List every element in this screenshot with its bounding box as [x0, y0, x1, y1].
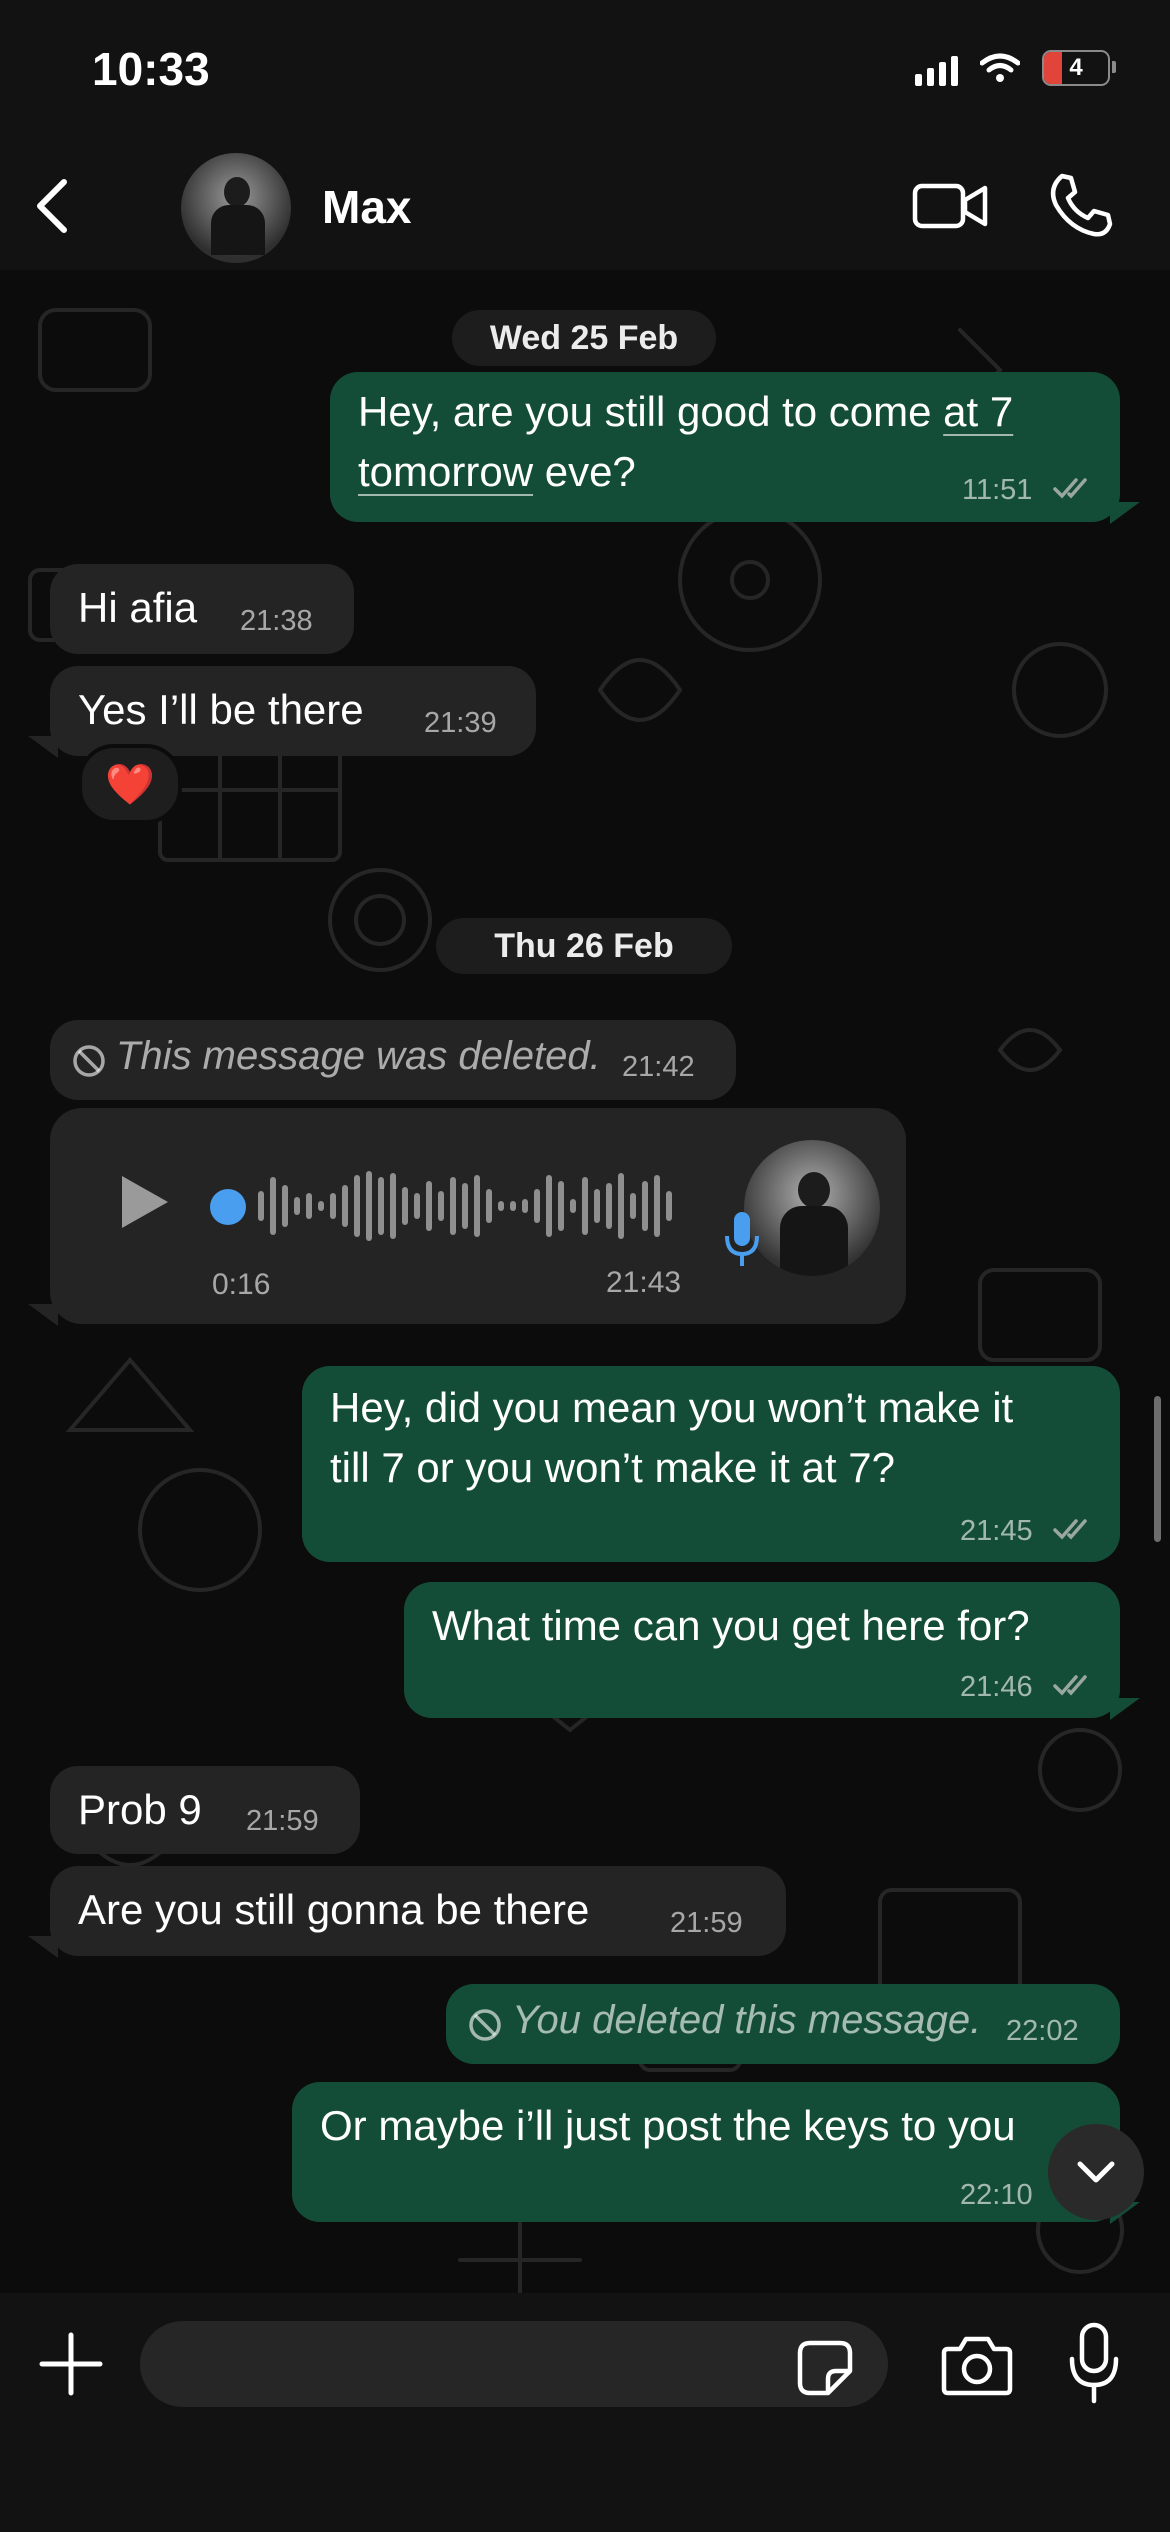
status-bar: 10:33 4	[0, 0, 1170, 150]
message-bubble-outgoing[interactable]: Hey, are you still good to come at 7 tom…	[330, 372, 1120, 522]
bubble-tail	[1110, 502, 1140, 524]
message-bubble-incoming[interactable]: Prob 9 21:59	[50, 1766, 360, 1854]
scroll-indicator[interactable]	[1154, 1396, 1161, 1542]
date-link[interactable]: at 7	[943, 388, 1013, 435]
message-bubble-incoming[interactable]: Hi afia 21:38	[50, 564, 354, 654]
message-time: 11:51	[962, 474, 1033, 506]
message-time: 21:43	[606, 1266, 682, 1299]
double-check-icon	[1053, 1675, 1087, 1696]
message-time: 21:39	[424, 707, 497, 739]
double-check-icon	[1053, 478, 1087, 499]
sender-avatar	[744, 1140, 880, 1276]
message-text: Hey, did you mean you won’t make it till …	[330, 1384, 1014, 1491]
back-chevron-icon[interactable]	[26, 176, 86, 236]
bubble-tail	[28, 736, 58, 758]
message-text: Yes I’ll be there	[78, 686, 364, 733]
message-bubble-outgoing[interactable]: Or maybe i’ll just post the keys to you …	[292, 2082, 1120, 2222]
message-time: 22:02	[1006, 2015, 1079, 2047]
message-time: 21:42	[622, 1051, 695, 1083]
microphone-icon	[725, 1212, 759, 1266]
contact-avatar[interactable]	[181, 153, 291, 263]
voice-message-incoming[interactable]: 0:16 21:43	[50, 1108, 906, 1324]
message-time: 21:59	[670, 1907, 743, 1939]
blocked-icon	[73, 1045, 105, 1077]
voice-waveform[interactable]	[255, 1166, 745, 1246]
camera-icon[interactable]	[940, 2333, 1014, 2397]
message-text: Hey, are you still good to come at 7 tom…	[358, 388, 1014, 495]
message-bubble-outgoing[interactable]: What time can you get here for? 21:46	[404, 1582, 1120, 1718]
double-check-icon	[1053, 1519, 1087, 1540]
date-separator: Wed 25 Feb	[452, 310, 716, 366]
deleted-message-outgoing[interactable]: You deleted this message. 22:02	[446, 1984, 1120, 2064]
message-bubble-incoming[interactable]: Are you still gonna be there 21:59	[50, 1866, 786, 1956]
message-text: This message was deleted.	[116, 1034, 601, 1078]
message-text: Hi afia	[78, 584, 198, 631]
date-link[interactable]: tomorrow	[358, 448, 533, 495]
message-bubble-incoming[interactable]: Yes I’ll be there 21:39	[50, 666, 536, 756]
battery-level: 4	[1069, 54, 1083, 81]
message-text: You deleted this message.	[512, 1998, 982, 2042]
chevron-down-icon	[1077, 2161, 1115, 2183]
date-separator: Thu 26 Feb	[436, 918, 732, 974]
plus-icon[interactable]	[36, 2329, 106, 2399]
microphone-icon[interactable]	[1068, 2321, 1120, 2405]
message-input[interactable]	[140, 2321, 888, 2407]
status-icons: 4	[915, 50, 1116, 86]
sticker-icon[interactable]	[796, 2339, 854, 2397]
battery-icon: 4	[1042, 50, 1116, 86]
message-time: 21:46	[960, 1671, 1033, 1703]
play-icon[interactable]	[116, 1172, 172, 1232]
blocked-icon	[469, 2009, 501, 2041]
reaction-heart[interactable]: ❤️	[78, 744, 182, 824]
message-time: 22:10	[960, 2179, 1033, 2211]
message-text: What time can you get here for?	[432, 1602, 1030, 1649]
bubble-tail	[1110, 1698, 1140, 1720]
status-time: 10:33	[92, 43, 210, 95]
message-text: Prob 9	[78, 1786, 202, 1833]
phone-icon[interactable]	[1046, 172, 1114, 240]
voice-duration: 0:16	[212, 1268, 271, 1301]
bubble-tail	[28, 1936, 58, 1958]
chat-area[interactable]: Wed 25 Feb Hey, are you still good to co…	[0, 270, 1170, 2293]
message-time: 21:59	[246, 1805, 319, 1837]
video-call-icon[interactable]	[912, 178, 990, 234]
contact-name[interactable]: Max	[322, 180, 411, 234]
message-text: Or maybe i’ll just post the keys to you	[320, 2102, 1016, 2149]
wifi-icon	[980, 53, 1020, 82]
cellular-signal-icon	[915, 50, 958, 86]
scroll-to-bottom-button[interactable]	[1048, 2124, 1144, 2220]
message-bubble-outgoing[interactable]: Hey, did you mean you won’t make it till …	[302, 1366, 1120, 1562]
composer-bar	[0, 2293, 1170, 2532]
message-time: 21:45	[960, 1515, 1033, 1547]
message-text: Are you still gonna be there	[78, 1886, 590, 1933]
voice-progress-handle[interactable]	[210, 1189, 246, 1225]
bubble-tail	[28, 1304, 58, 1326]
chat-header: Max	[0, 150, 1170, 270]
message-time: 21:38	[240, 605, 313, 637]
deleted-message-incoming[interactable]: This message was deleted. 21:42	[50, 1020, 736, 1100]
